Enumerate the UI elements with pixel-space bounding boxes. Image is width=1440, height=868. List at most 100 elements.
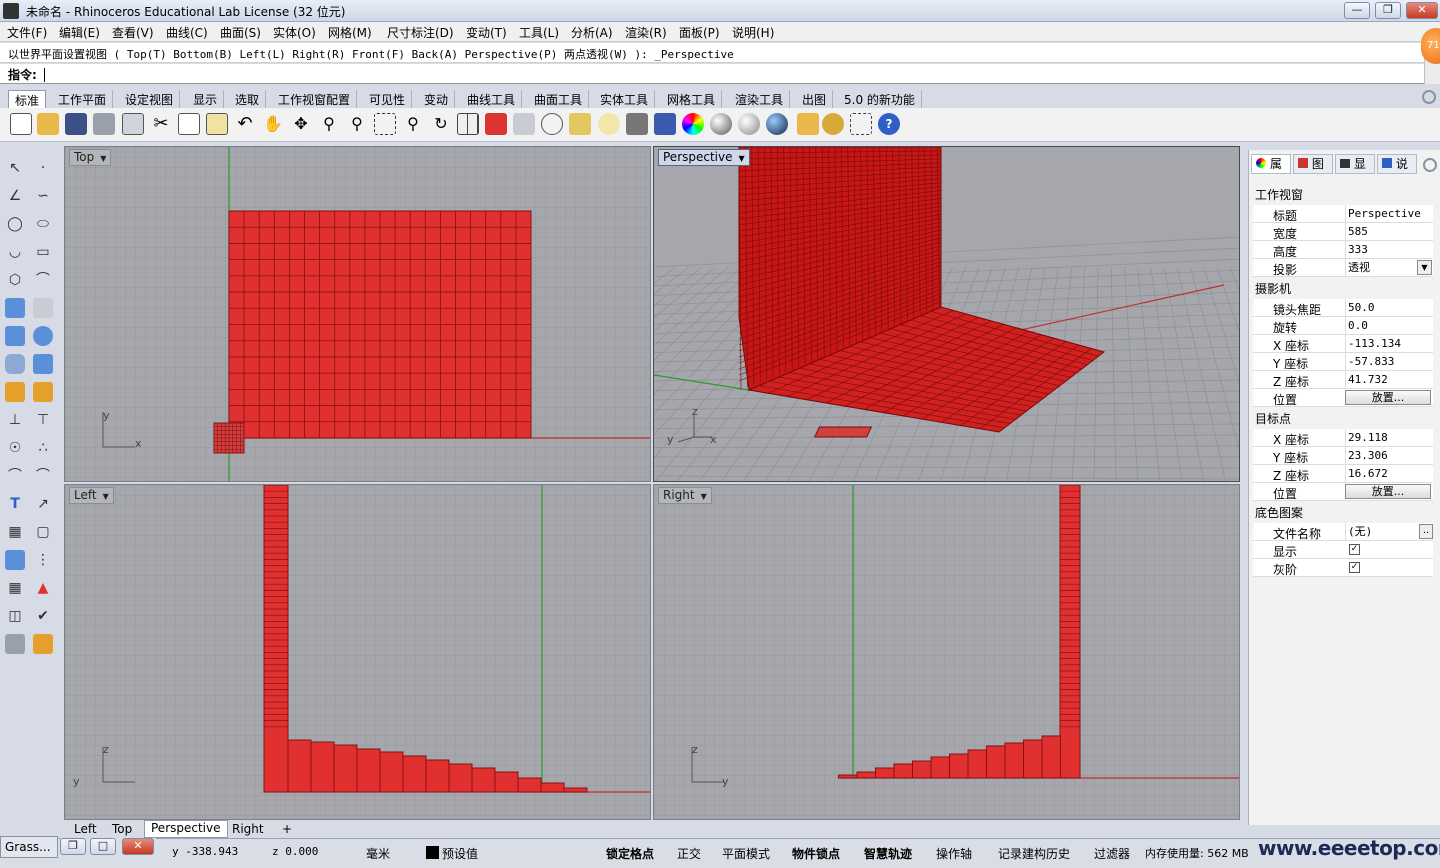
viewtab-left[interactable]: Left [68, 822, 103, 836]
zoom-icon[interactable]: ⚲ [318, 113, 340, 135]
status-ortho[interactable]: 正交 [677, 845, 701, 862]
prop-value[interactable]: -113.134 [1345, 335, 1433, 353]
tab-solid-tools[interactable]: 实体工具 [594, 90, 656, 108]
tab-select[interactable]: 选取 [229, 90, 267, 108]
shaded-sphere-icon[interactable] [710, 113, 732, 135]
copy-icon[interactable] [178, 113, 200, 135]
tab-mesh-tools[interactable]: 网格工具 [661, 90, 723, 108]
tab-standard[interactable]: 标准 [8, 90, 47, 108]
pan-hand-icon[interactable]: ✋ [262, 113, 284, 135]
taskbar-close-button[interactable]: ✕ [122, 838, 154, 855]
point-icon[interactable]: · [33, 158, 53, 178]
open-folder-icon[interactable] [37, 113, 59, 135]
extrude-icon[interactable] [33, 298, 53, 318]
menu-edit[interactable]: 编辑(E) [59, 24, 100, 41]
menu-surface[interactable]: 曲面(S) [220, 24, 261, 41]
browse-button[interactable]: .. [1419, 524, 1433, 539]
circle-icon[interactable]: ◯ [5, 214, 25, 234]
check-icon[interactable]: ✔ [33, 606, 53, 626]
target-place-button[interactable]: 放置... [1345, 484, 1431, 499]
solid-edit-icon[interactable] [5, 550, 25, 570]
rendered-sphere-icon[interactable] [738, 113, 760, 135]
tab-render-tools[interactable]: 渲染工具 [729, 90, 791, 108]
ellipse-icon[interactable]: ⬭ [33, 214, 53, 234]
menu-transform[interactable]: 变动(T) [466, 24, 507, 41]
viewtab-right[interactable]: Right [226, 822, 270, 836]
car-icon[interactable] [485, 113, 507, 135]
menu-help[interactable]: 说明(H) [732, 24, 774, 41]
print-icon[interactable] [93, 113, 115, 135]
tab-help[interactable]: 说 [1377, 154, 1417, 174]
menu-panels[interactable]: 面板(P) [679, 24, 720, 41]
status-snap[interactable]: 锁定格点 [606, 845, 654, 862]
prop-value[interactable]: 16.672 [1345, 465, 1433, 483]
tab-properties[interactable]: 属 [1251, 154, 1291, 174]
red-box-array-top[interactable] [228, 210, 532, 439]
gear-icon[interactable] [1423, 158, 1437, 172]
cylinder-icon[interactable] [5, 354, 25, 374]
prop-value[interactable]: 41.732 [1345, 371, 1433, 389]
object-snap-icon[interactable] [569, 113, 591, 135]
transform-icon[interactable] [5, 382, 25, 402]
tab-surface-tools[interactable]: 曲面工具 [528, 90, 590, 108]
command-prompt[interactable]: 指令: [0, 64, 1424, 84]
close-button[interactable]: ✕ [1406, 2, 1438, 19]
box-icon[interactable] [5, 326, 25, 346]
taskbar-max-button[interactable]: □ [90, 838, 116, 855]
group-icon[interactable]: ▦ [5, 522, 25, 542]
menu-mesh[interactable]: 网格(M) [328, 24, 372, 41]
undo-icon[interactable]: ↶ [234, 113, 256, 135]
notification-badge[interactable]: 71 [1421, 28, 1440, 64]
prop-value[interactable]: 23.306 [1345, 447, 1433, 465]
analysis-icon[interactable]: ▲ [33, 578, 53, 598]
chamfer-icon[interactable]: ⌒ [33, 466, 53, 486]
prop-value[interactable]: 0.0 [1345, 317, 1433, 335]
tab-curve-tools[interactable]: 曲线工具 [461, 90, 523, 108]
polyline-icon[interactable]: ∠ [5, 186, 25, 206]
tab-layout[interactable]: 出图 [796, 90, 834, 108]
zoom-extents-icon[interactable] [374, 113, 396, 135]
color-wheel-icon[interactable] [682, 113, 704, 135]
show-checkbox[interactable]: ✓ [1349, 544, 1360, 555]
four-viewports-icon[interactable] [457, 113, 479, 135]
prop-value[interactable]: Perspective [1345, 205, 1433, 223]
taskbar-restore-button[interactable]: ❐ [60, 838, 86, 855]
prop-value[interactable]: -57.833 [1345, 353, 1433, 371]
menu-solid[interactable]: 实体(O) [273, 24, 316, 41]
status-layer[interactable]: 预设值 [442, 845, 478, 862]
move-arrow-icon[interactable] [33, 382, 53, 402]
viewport-left[interactable]: z y Left ▼ [64, 484, 651, 820]
paste-icon[interactable] [206, 113, 228, 135]
tab-visibility[interactable]: 可见性 [363, 90, 413, 108]
prop-value[interactable]: 29.118 [1345, 429, 1433, 447]
viewport-right[interactable]: z y Right ▼ [653, 484, 1240, 820]
join-icon[interactable]: ☉ [5, 438, 25, 458]
status-smarttrack[interactable]: 智慧轨迹 [864, 845, 912, 862]
chevron-down-icon[interactable]: ▼ [1417, 260, 1432, 275]
grid-array-icon[interactable]: ▦ [5, 578, 25, 598]
layer-icon[interactable] [654, 113, 676, 135]
status-units[interactable]: 毫米 [366, 845, 390, 862]
menu-view[interactable]: 查看(V) [112, 24, 154, 41]
rhino-app-icon[interactable] [3, 3, 19, 19]
viewport-top[interactable]: y x Top ▼ [64, 146, 651, 482]
polygon-icon[interactable]: ⬡ [5, 270, 25, 290]
text-icon[interactable]: T [5, 494, 25, 514]
cut-icon[interactable]: ✂ [150, 113, 172, 135]
menu-file[interactable]: 文件(F) [7, 24, 47, 41]
fillet-icon[interactable]: ⌒ [5, 466, 25, 486]
zoom-window-icon[interactable]: ⚲ [346, 113, 368, 135]
viewport-label-top[interactable]: Top ▼ [69, 149, 112, 166]
gear-icon[interactable] [1422, 90, 1436, 104]
grasshopper-taskbar-item[interactable]: Grass... [0, 836, 58, 858]
tab-transform[interactable]: 变动 [418, 90, 456, 108]
camera-place-button[interactable]: 放置... [1345, 390, 1431, 405]
save-icon[interactable] [65, 113, 87, 135]
status-planar[interactable]: 平面模式 [722, 845, 770, 862]
add-viewtab-button[interactable]: + [276, 822, 298, 836]
export-icon[interactable] [122, 113, 144, 135]
status-filter[interactable]: 过滤器 [1094, 845, 1130, 862]
rotate-view-icon[interactable]: ✥ [290, 113, 312, 135]
render-icon[interactable] [766, 113, 788, 135]
red-small-array-top[interactable] [213, 422, 245, 454]
